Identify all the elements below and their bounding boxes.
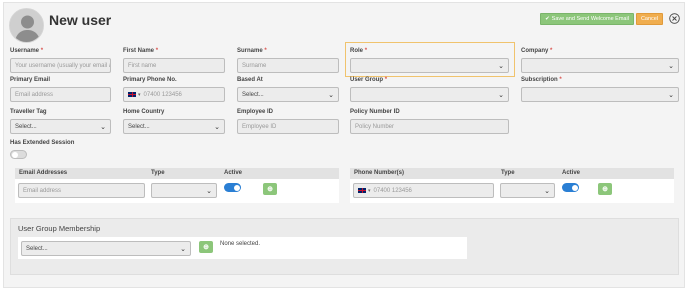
- check-icon: ✔: [545, 16, 550, 22]
- surname-input[interactable]: Surname: [237, 58, 339, 73]
- plus-circle-icon: ⊕: [203, 244, 209, 251]
- chevron-down-icon: ⌄: [544, 187, 550, 195]
- policy-number-label: Policy Number ID: [350, 109, 400, 115]
- username-label: Username *: [10, 48, 44, 54]
- phone-type-select[interactable]: ⌄: [500, 183, 555, 198]
- traveller-tag-label: Traveller Tag: [10, 109, 47, 115]
- user-group-selected-text: None selected.: [220, 241, 261, 247]
- chevron-down-icon: ⌄: [668, 62, 674, 70]
- user-group-select[interactable]: ⌄: [350, 87, 509, 102]
- primary-phone-label: Primary Phone No.: [123, 77, 177, 83]
- plus-circle-icon: ⊕: [602, 186, 608, 193]
- subscription-select[interactable]: ⌄: [521, 87, 679, 102]
- chevron-down-icon: ⌄: [100, 123, 106, 131]
- chevron-down-icon: ⌄: [180, 245, 186, 253]
- chevron-down-icon: ⌄: [328, 91, 334, 99]
- chevron-down-icon: ▾: [368, 187, 371, 194]
- email-type-select[interactable]: ⌄: [151, 183, 217, 198]
- company-label: Company *: [521, 48, 553, 54]
- avatar: [9, 8, 44, 43]
- policy-number-input[interactable]: Policy Number: [350, 119, 509, 134]
- first-name-label: First Name *: [123, 48, 159, 54]
- primary-email-input[interactable]: Email address: [10, 87, 111, 102]
- save-button-label: Save and Send Welcome Email: [551, 16, 629, 22]
- email-row-input[interactable]: Email address: [18, 183, 145, 198]
- phone-type-header: Type: [501, 170, 515, 176]
- add-email-button[interactable]: ⊕: [263, 183, 277, 195]
- email-active-toggle[interactable]: [224, 183, 241, 192]
- first-name-input[interactable]: First name: [123, 58, 225, 73]
- chevron-down-icon: ⌄: [498, 91, 504, 99]
- subscription-label: Subscription *: [521, 77, 562, 83]
- emails-panel: Email Addresses Type Active Email addres…: [15, 168, 339, 203]
- phone-active-toggle[interactable]: [562, 183, 579, 192]
- chevron-down-icon: ⌄: [206, 187, 212, 195]
- phone-row: ▾ 07400 123456 ⌄ ⊕: [350, 179, 674, 203]
- email-type-header: Type: [151, 170, 165, 176]
- traveller-tag-select[interactable]: Select... ⌄: [10, 119, 111, 134]
- emails-panel-header: Email Addresses Type Active: [15, 168, 339, 179]
- primary-phone-input[interactable]: ▾ 07400 123456: [123, 87, 225, 102]
- chevron-down-icon: ⌄: [214, 123, 220, 131]
- user-group-label: User Group *: [350, 77, 388, 83]
- based-at-select[interactable]: Select... ⌄: [237, 87, 339, 102]
- based-at-label: Based At: [237, 77, 263, 83]
- email-row: Email address ⌄ ⊕: [15, 179, 339, 203]
- username-input[interactable]: Your username (usually your email ad: [10, 58, 111, 73]
- add-user-group-button[interactable]: ⊕: [199, 241, 213, 253]
- role-select[interactable]: ⌄: [350, 58, 509, 73]
- plus-circle-icon: ⊕: [267, 186, 273, 193]
- user-group-membership-select[interactable]: Select... ⌄: [21, 241, 191, 256]
- phone-active-header: Active: [562, 170, 581, 176]
- extended-session-label: Has Extended Session: [10, 140, 75, 146]
- employee-id-input[interactable]: Employee ID: [237, 119, 339, 134]
- phone-row-input[interactable]: ▾ 07400 123456: [353, 183, 494, 198]
- primary-email-label: Primary Email: [10, 77, 51, 83]
- cancel-button[interactable]: Cancel: [636, 13, 663, 25]
- chevron-down-icon: ⌄: [668, 91, 674, 99]
- add-phone-button[interactable]: ⊕: [598, 183, 612, 195]
- home-country-label: Home Country: [123, 109, 165, 115]
- email-addresses-header: Email Addresses: [19, 170, 68, 176]
- user-group-membership-title: User Group Membership: [18, 224, 101, 233]
- company-select[interactable]: ⌄: [521, 58, 679, 73]
- chevron-down-icon: ▾: [138, 91, 141, 98]
- save-and-send-welcome-email-button[interactable]: ✔ Save and Send Welcome Email: [540, 13, 634, 25]
- phones-panel: Phone Number(s) Type Active ▾ 07400 1234…: [350, 168, 674, 203]
- surname-label: Surname *: [237, 48, 267, 54]
- phones-panel-header: Phone Number(s) Type Active: [350, 168, 674, 179]
- employee-id-label: Employee ID: [237, 109, 274, 115]
- chevron-down-icon: ⌄: [498, 62, 504, 70]
- close-icon[interactable]: [669, 13, 680, 24]
- home-country-select[interactable]: Select... ⌄: [123, 119, 225, 134]
- uk-flag-icon[interactable]: [358, 188, 366, 193]
- email-active-header: Active: [224, 170, 243, 176]
- phone-numbers-header: Phone Number(s): [354, 170, 405, 176]
- page-title: New user: [49, 12, 112, 28]
- uk-flag-icon[interactable]: [128, 92, 136, 97]
- role-label: Role *: [350, 48, 368, 54]
- extended-session-toggle[interactable]: [10, 150, 27, 159]
